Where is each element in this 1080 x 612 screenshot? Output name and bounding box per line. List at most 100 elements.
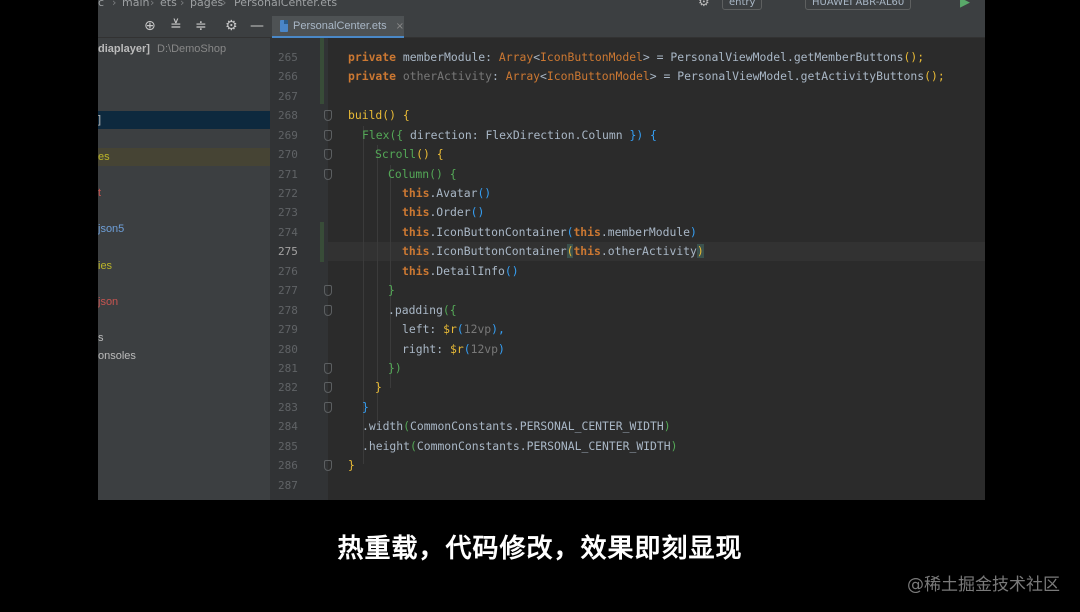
editor-tab-bar: ⊕ ≚ ≑ ⚙ — PersonalCenter.ets × [98, 14, 985, 38]
code-line-266[interactable]: private otherActivity: Array<IconButtonM… [348, 67, 945, 86]
fold-marker-icon[interactable] [324, 110, 332, 121]
line-number: 276 [278, 265, 298, 278]
line-number: 268 [278, 109, 298, 122]
run-config-select[interactable]: entry [722, 0, 763, 10]
gear-icon[interactable]: ⚙ [225, 18, 238, 34]
tab-personal-center[interactable]: PersonalCenter.ets × [272, 16, 404, 38]
fold-marker-icon[interactable] [324, 130, 332, 141]
fold-marker-icon[interactable] [324, 460, 332, 471]
code-line-270[interactable]: Scroll() { [375, 145, 444, 164]
breadcrumb-file[interactable]: PersonalCenter.ets [234, 0, 337, 9]
minimize-icon[interactable]: — [250, 18, 264, 34]
close-icon[interactable]: × [396, 21, 404, 32]
code-line-273[interactable]: this.Order() [402, 203, 484, 222]
tree-item-project-root[interactable]: diaplayer] D:\DemoShop [98, 40, 270, 58]
tree-item[interactable]: json [98, 293, 270, 311]
code-line-285[interactable]: .height(CommonConstants.PERSONAL_CENTER_… [362, 437, 677, 456]
line-number: 278 [278, 304, 298, 317]
tree-item-label: ] [98, 114, 102, 126]
project-toolbar: ⊕ ≚ ≑ ⚙ — [98, 14, 270, 38]
tree-item-label: json5 [98, 223, 125, 235]
tree-item[interactable]: json5 [98, 220, 270, 238]
code-line-279[interactable]: left: $r(12vp), [402, 320, 505, 339]
breadcrumb-item[interactable]: main [122, 0, 149, 9]
code-line-275[interactable]: this.IconButtonContainer(this.otherActiv… [402, 242, 704, 261]
tree-item-label: es [98, 151, 110, 163]
line-number: 277 [278, 284, 298, 297]
code-line-272[interactable]: this.Avatar() [402, 184, 491, 203]
line-number: 280 [278, 343, 298, 356]
line-number: 286 [278, 459, 298, 472]
tree-item-label: diaplayer] [98, 43, 150, 55]
code-line-284[interactable]: .width(CommonConstants.PERSONAL_CENTER_W… [362, 417, 671, 436]
code-line-281[interactable]: }) [388, 359, 402, 378]
tree-item-label: ies [98, 260, 113, 272]
line-number: 266 [278, 70, 298, 83]
tree-item-label: json [98, 296, 119, 308]
tree-item[interactable]: es [98, 148, 270, 166]
collapse-all-icon[interactable]: ≑ [195, 18, 207, 34]
code-line-269[interactable]: Flex({ direction: FlexDirection.Column }… [362, 126, 657, 145]
code-line-276[interactable]: this.DetailInfo() [402, 262, 519, 281]
code-line-278[interactable]: .padding({ [388, 301, 457, 320]
line-number: 287 [278, 479, 298, 492]
video-subtitle: 热重载，代码修改，效果即刻显现 [337, 534, 743, 564]
breadcrumb-separator: › [180, 0, 185, 9]
line-number: 271 [278, 168, 298, 181]
device-select[interactable]: HUAWEI ABR-AL60 [805, 0, 912, 10]
breadcrumb-separator: › [150, 0, 155, 9]
tree-item-label: s [98, 332, 104, 344]
line-number: 270 [278, 148, 298, 161]
tree-item-label: onsoles [98, 350, 136, 362]
fold-marker-icon[interactable] [324, 402, 332, 413]
tree-item[interactable]: t [98, 184, 270, 202]
line-number: 283 [278, 401, 298, 414]
fold-marker-icon[interactable] [324, 382, 332, 393]
code-line-271[interactable]: Column() { [388, 165, 457, 184]
code-line-274[interactable]: this.IconButtonContainer(this.memberModu… [402, 223, 697, 242]
code-line-265[interactable]: private memberModule: Array<IconButtonMo… [348, 48, 924, 67]
line-number: 265 [278, 51, 298, 64]
breadcrumb-item[interactable]: c [98, 0, 104, 9]
line-number: 272 [278, 187, 298, 200]
line-number: 267 [278, 90, 298, 103]
run-icon[interactable]: ▶ [960, 0, 970, 9]
line-number: 273 [278, 206, 298, 219]
fold-marker-icon[interactable] [324, 149, 332, 160]
line-number: 269 [278, 129, 298, 142]
line-number: 285 [278, 440, 298, 453]
fold-marker-icon[interactable] [324, 305, 332, 316]
breadcrumb-separator: › [112, 0, 117, 9]
fold-marker-icon[interactable] [324, 363, 332, 374]
code-line-282[interactable]: } [375, 378, 382, 397]
fold-marker-icon[interactable] [324, 169, 332, 180]
hammer-icon[interactable]: ⚙ [698, 0, 710, 9]
code-line-268[interactable]: build() { [348, 106, 410, 125]
line-number: 282 [278, 381, 298, 394]
line-number: 279 [278, 323, 298, 336]
expand-all-icon[interactable]: ≚ [170, 18, 182, 34]
code-line-280[interactable]: right: $r(12vp) [402, 340, 505, 359]
fold-marker-icon[interactable] [324, 285, 332, 296]
tree-item-label: t [98, 187, 102, 199]
code-line-277[interactable]: } [388, 281, 395, 300]
tree-item-selected[interactable]: ] [98, 111, 270, 129]
tab-label: PersonalCenter.ets [293, 20, 387, 32]
tree-item[interactable]: s [98, 329, 270, 347]
line-number: 281 [278, 362, 298, 375]
breadcrumb-item[interactable]: ets [160, 0, 177, 9]
line-number: 284 [278, 420, 298, 433]
tree-item[interactable]: ies [98, 257, 270, 275]
watermark: @稀土掘金技术社区 [907, 575, 1060, 595]
code-line-283[interactable]: } [362, 398, 369, 417]
ets-file-icon [280, 20, 289, 32]
ide-window: c › main › ets › pages › PersonalCenter.… [98, 0, 985, 500]
project-path: D:\DemoShop [157, 43, 227, 55]
tree-item-scratches-consoles[interactable]: onsoles [98, 347, 270, 365]
target-icon[interactable]: ⊕ [144, 18, 156, 34]
top-toolbar: c › main › ets › pages › PersonalCenter.… [98, 0, 985, 14]
breadcrumb-separator: › [222, 0, 227, 9]
project-sidebar: diaplayer] D:\DemoShop ] es t json5 ies … [98, 38, 270, 500]
code-line-286[interactable]: } [348, 456, 355, 475]
breadcrumb-item[interactable]: pages [190, 0, 223, 9]
